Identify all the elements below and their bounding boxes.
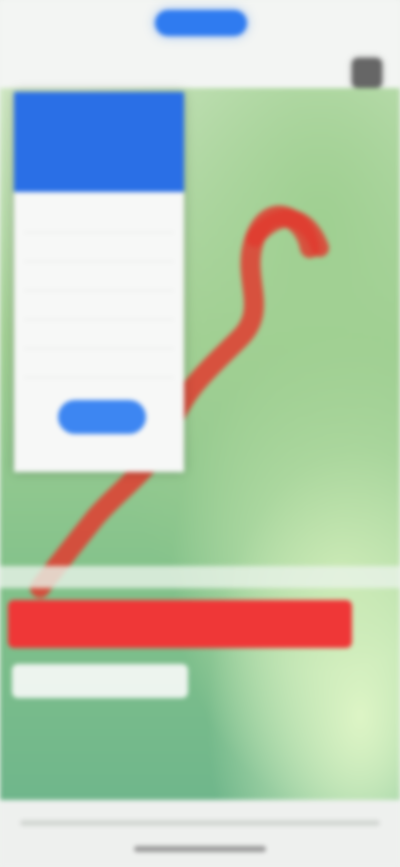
list-item[interactable]	[24, 233, 174, 262]
list-item[interactable]	[24, 291, 174, 320]
top-bar	[0, 0, 400, 88]
list-item[interactable]	[24, 349, 174, 378]
app-screen	[0, 0, 400, 867]
list-item[interactable]	[24, 262, 174, 291]
panel-list	[24, 204, 174, 378]
alert-banner[interactable]	[8, 600, 352, 648]
tab-left[interactable]	[38, 10, 118, 36]
info-chip[interactable]	[12, 664, 188, 698]
map-strip	[0, 566, 400, 588]
tab-active[interactable]	[155, 10, 247, 36]
layers-icon[interactable]	[352, 58, 382, 88]
list-item[interactable]	[24, 320, 174, 349]
home-indicator	[134, 846, 266, 852]
timeline-slider[interactable]	[20, 820, 380, 826]
info-panel	[14, 92, 184, 472]
route-branch	[246, 209, 329, 257]
bottom-bar	[0, 800, 400, 867]
panel-header	[14, 92, 184, 192]
panel-action-button[interactable]	[58, 400, 146, 434]
list-item[interactable]	[24, 204, 174, 233]
tab-right[interactable]	[282, 10, 362, 36]
